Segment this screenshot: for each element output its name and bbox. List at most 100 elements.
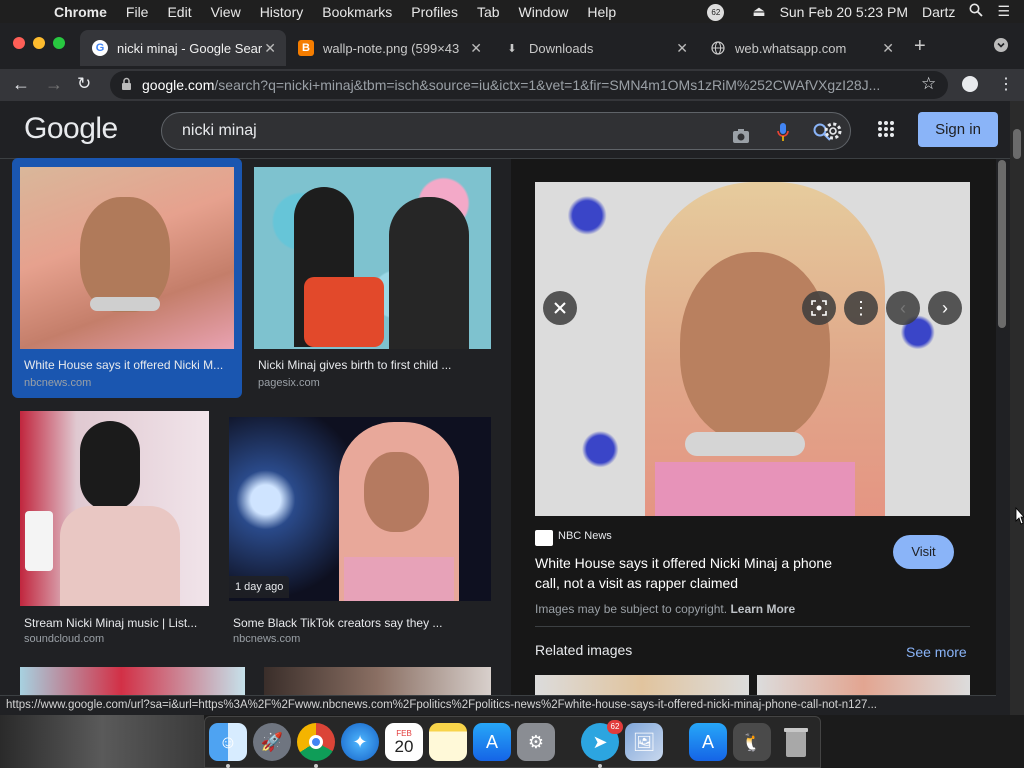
result-thumbnail[interactable] [254,167,491,349]
tab-whatsapp[interactable]: web.whatsapp.com ✕ [698,30,904,66]
menu-profiles[interactable]: Profiles [411,4,458,20]
previous-image-button[interactable]: ‹ [886,291,920,325]
google-header: Google nicki minaj Sign in [0,101,1010,159]
more-options-button[interactable]: ⋮ [844,291,878,325]
menu-chrome[interactable]: Chrome [54,4,107,20]
apps-grid-icon[interactable] [877,120,895,143]
close-tab-icon[interactable]: ✕ [882,40,894,57]
search-query: nicki minaj [182,122,257,139]
menu-bookmarks[interactable]: Bookmarks [322,4,392,20]
preview-title-line-2[interactable]: call, not a visit as rapper claimed [535,575,738,591]
menu-view[interactable]: View [211,4,241,20]
tab-search-button[interactable] [994,38,1008,52]
safari-icon[interactable]: ✦ [341,723,379,761]
status-bar: https://www.google.com/url?sa=i&url=http… [0,695,996,715]
preview-app-icon[interactable]: 🖼 [625,723,663,761]
lens-icon [811,300,827,316]
tab-wallp-note[interactable]: B wallp-note.png (599×43 ✕ [286,30,492,66]
time-badge: 1 day ago [229,576,290,598]
running-indicator [314,764,318,768]
spotlight-search-icon[interactable] [969,3,984,20]
tab-google-search[interactable]: G nicki minaj - Google Sear ✕ [80,30,286,66]
control-center-icon[interactable]: ☰ [997,3,1010,20]
panel-scrollbar-thumb[interactable] [998,160,1006,328]
close-tab-icon[interactable]: ✕ [470,40,482,57]
close-tab-icon[interactable]: ✕ [264,40,276,57]
image-result-2[interactable]: Nicki Minaj gives birth to first child .… [250,158,495,398]
preview-title-line-1[interactable]: White House says it offered Nicki Minaj … [535,555,832,571]
system-preferences-icon[interactable]: ⚙ [517,723,555,761]
copyright-text: Images may be subject to copyright. [535,602,728,616]
browser-toolbar: ← → ↻ google.com/search?q=nicki+minaj&tb… [0,69,1024,101]
menu-window[interactable]: Window [519,4,569,20]
page-scrollbar[interactable] [1010,101,1024,715]
forward-button[interactable]: → [45,74,63,95]
result-source: nbcnews.com [233,633,301,645]
menu-tab[interactable]: Tab [477,4,500,20]
profile-avatar[interactable] [962,76,978,92]
chevron-left-icon: ‹ [900,297,906,318]
menu-history[interactable]: History [260,4,304,20]
new-tab-button[interactable]: + [914,35,926,58]
bookmark-star-icon[interactable]: ☆ [921,74,936,94]
result-thumbnail[interactable] [229,417,491,601]
trash-icon[interactable] [777,723,815,761]
image-result-4[interactable]: 1 day ago Some Black TikTok creators say… [225,407,495,647]
launchpad-icon[interactable]: 🚀 [253,723,291,761]
chrome-icon[interactable] [297,723,335,761]
notes-icon[interactable] [429,723,467,761]
visit-button[interactable]: Visit [893,535,954,569]
result-caption[interactable]: White House says it offered Nicki M... [24,358,234,372]
tab-bar: G nicki minaj - Google Sear ✕ B wallp-no… [0,23,1024,69]
menu-edit[interactable]: Edit [167,4,191,20]
address-bar[interactable]: google.com/search?q=nicki+minaj&tbm=isch… [110,71,948,99]
menu-help[interactable]: Help [587,4,616,20]
image-result-1[interactable]: White House says it offered Nicki M... n… [12,158,242,398]
settings-gear-icon[interactable] [822,120,844,147]
maximize-window-button[interactable] [53,37,65,49]
close-tab-icon[interactable]: ✕ [676,40,688,57]
google-logo[interactable]: Google [24,112,118,146]
lock-icon[interactable] [121,77,132,94]
result-caption[interactable]: Some Black TikTok creators say they ... [233,616,483,630]
clock[interactable]: Sun Feb 20 5:23 PM [780,4,908,20]
image-result-3[interactable]: Stream Nicki Minaj music | List... sound… [12,407,217,647]
see-more-link[interactable]: See more [906,644,967,660]
related-images-heading: Related images [535,642,633,658]
sign-in-button[interactable]: Sign in [918,112,998,147]
scrollbar-thumb[interactable] [1013,129,1021,159]
learn-more-link[interactable]: Learn More [730,602,795,616]
calendar-icon[interactable]: FEB 20 [385,723,423,761]
notification-count: 62 [707,4,725,21]
close-preview-button[interactable] [543,291,577,325]
lens-search-button[interactable] [802,291,836,325]
running-indicator [598,764,602,768]
result-thumbnail[interactable] [20,411,209,606]
search-input[interactable]: nicki minaj [161,112,851,150]
microphone-icon[interactable] [776,120,790,156]
result-caption[interactable]: Nicki Minaj gives birth to first child .… [258,358,488,372]
creative-cloud-icon[interactable]: 62 [707,2,738,21]
close-window-button[interactable] [13,37,25,49]
downloads-stack-icon[interactable]: 🐧 [733,723,771,761]
preview-image[interactable] [535,182,970,516]
app-store-icon[interactable]: A [473,723,511,761]
chrome-menu-icon[interactable]: ⋮ [998,74,1014,94]
minimize-window-button[interactable] [33,37,45,49]
tab-downloads[interactable]: ⬇ Downloads ✕ [492,30,698,66]
camera-icon[interactable] [732,122,750,158]
preview-source[interactable]: NBC News [558,530,612,542]
user-name[interactable]: Dartz [922,4,955,20]
finder-icon[interactable]: ☺ [209,723,247,761]
app-store-downloads-icon[interactable]: A [689,723,727,761]
menu-file[interactable]: File [126,4,149,20]
next-image-button[interactable]: › [928,291,962,325]
reload-button[interactable]: ↻ [77,74,91,94]
eject-icon[interactable]: ⏏ [752,3,765,20]
tab-label: web.whatsapp.com [735,40,847,56]
result-thumbnail[interactable] [20,167,234,349]
tab-label: nicki minaj - Google Sear [117,40,263,56]
back-button[interactable]: ← [12,74,30,95]
result-caption[interactable]: Stream Nicki Minaj music | List... [24,616,209,630]
tab-label: Downloads [529,40,594,56]
